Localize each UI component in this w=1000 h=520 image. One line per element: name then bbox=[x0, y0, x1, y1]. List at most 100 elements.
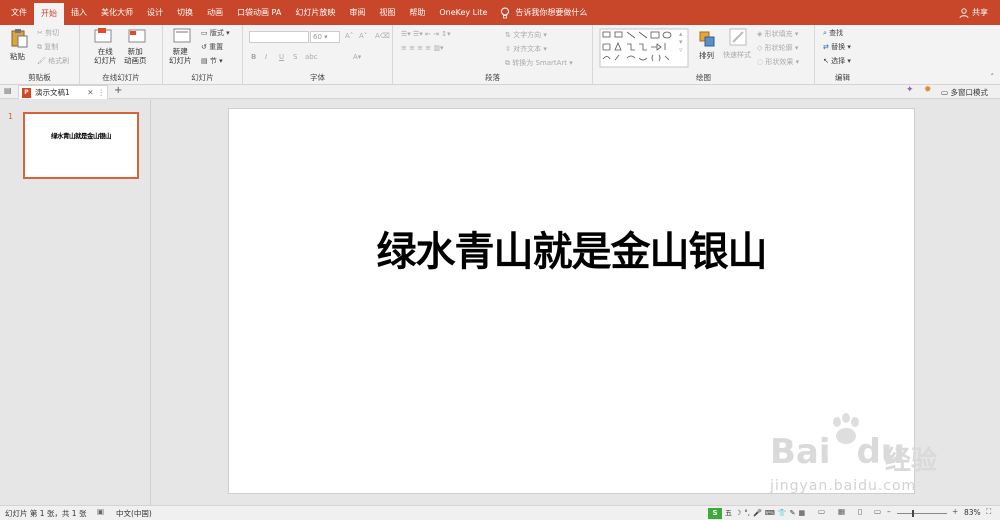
font-color-button[interactable]: A▾ bbox=[353, 53, 361, 61]
format-painter-button[interactable]: 🖌 格式刷 bbox=[37, 56, 69, 66]
share-label: 共享 bbox=[972, 8, 988, 17]
close-tab-icon[interactable]: ✕ bbox=[87, 88, 93, 97]
reset-button[interactable]: ↺ 重置 bbox=[201, 42, 223, 52]
slideshow-view-icon[interactable]: ▭ bbox=[874, 507, 881, 516]
zoom-slider-thumb[interactable] bbox=[912, 510, 914, 517]
quick-styles-icon[interactable] bbox=[729, 28, 747, 46]
grow-font-button[interactable]: A˄ bbox=[345, 32, 353, 40]
watermark-bai: Bai bbox=[770, 432, 831, 472]
ime-toolbar[interactable]: S 五 ☽ °, 🎤 ⌨ 👕 ✎ ▦ bbox=[708, 507, 805, 519]
cut-button[interactable]: ✂ 剪切 bbox=[37, 28, 59, 38]
language-indicator[interactable]: 中文(中国) bbox=[116, 508, 152, 519]
smartart-button[interactable]: ⧉ 转换为 SmartArt ▾ bbox=[505, 58, 573, 68]
tab-beautify[interactable]: 美化大师 bbox=[94, 0, 140, 25]
file-icon[interactable]: ▤ bbox=[4, 86, 12, 95]
shrink-font-button[interactable]: A˅ bbox=[359, 32, 367, 40]
quick-styles-label[interactable]: 快速样式 bbox=[723, 50, 751, 60]
select-button[interactable]: ↖ 选择 ▾ bbox=[823, 56, 851, 66]
zoom-in-button[interactable]: + bbox=[952, 507, 958, 516]
font-size-dropdown[interactable]: 60 ▾ bbox=[310, 31, 340, 43]
slide-title[interactable]: 绿水青山就是金山银山 bbox=[229, 219, 914, 277]
tab-transitions[interactable]: 切换 bbox=[170, 0, 200, 25]
mic-icon: 🎤 bbox=[753, 509, 762, 517]
zoom-slider[interactable] bbox=[897, 510, 947, 517]
layout-label: 版式 bbox=[209, 29, 224, 37]
new-slide-label[interactable]: 新建 幻灯片 bbox=[169, 47, 192, 65]
cut-label: 剪切 bbox=[45, 29, 60, 37]
online-label[interactable]: 在线 幻灯片 bbox=[94, 47, 117, 65]
layout-button[interactable]: ▭ 版式 ▾ bbox=[201, 28, 230, 38]
text-direction-label: 文字方向 bbox=[513, 31, 542, 39]
tell-me-box[interactable]: 告诉我你想要做什么 bbox=[500, 7, 587, 19]
new-slide-icon[interactable] bbox=[173, 28, 191, 44]
addin-icon[interactable]: ✦ bbox=[906, 85, 914, 95]
tab-onekey[interactable]: OneKey Lite bbox=[432, 0, 494, 25]
paste-label[interactable]: 粘贴 bbox=[10, 51, 25, 62]
font-name-dropdown[interactable] bbox=[249, 31, 309, 43]
lightbulb-icon bbox=[501, 7, 510, 18]
italic-button[interactable]: I bbox=[265, 53, 267, 61]
collapse-ribbon-icon[interactable]: ˄ bbox=[991, 73, 995, 81]
new-slide-label-1: 新建 bbox=[172, 47, 188, 56]
editing-group-label: 编辑 bbox=[835, 73, 850, 82]
punctuation-icon: °, bbox=[744, 509, 751, 517]
shadow-button[interactable]: abc bbox=[305, 53, 318, 61]
new-animation-label[interactable]: 新加 动画页 bbox=[124, 47, 147, 65]
shape-outline-button[interactable]: ◇ 形状轮廓 ▾ bbox=[757, 43, 798, 53]
online-slides-icon[interactable] bbox=[94, 28, 112, 44]
fit-slide-icon[interactable]: ⛶ bbox=[986, 507, 991, 517]
normal-view-icon[interactable]: ▭ bbox=[818, 507, 825, 516]
tab-animations[interactable]: 动画 bbox=[200, 0, 230, 25]
underline-button[interactable]: U bbox=[279, 53, 284, 61]
tab-file[interactable]: 文件 bbox=[4, 0, 34, 25]
replace-button[interactable]: ⇄ 替换 ▾ bbox=[823, 42, 851, 52]
sorter-view-icon[interactable]: ▦ bbox=[838, 507, 845, 516]
paste-icon[interactable] bbox=[10, 28, 28, 48]
shapes-gallery[interactable] bbox=[599, 28, 689, 68]
tab-review[interactable]: 审阅 bbox=[342, 0, 372, 25]
new-tab-icon[interactable]: + bbox=[114, 85, 122, 96]
tab-insert[interactable]: 插入 bbox=[64, 0, 94, 25]
slide-thumbnail[interactable]: 绿水青山就是金山银山 bbox=[23, 112, 139, 179]
bold-button[interactable]: B bbox=[251, 53, 256, 61]
arrange-label[interactable]: 排列 bbox=[699, 50, 714, 61]
text-direction-button[interactable]: ⇅ 文字方向 ▾ bbox=[505, 30, 547, 40]
reading-view-icon[interactable]: ▯ bbox=[858, 507, 862, 516]
copy-button[interactable]: ⧉ 复制 bbox=[37, 42, 58, 52]
multi-window-button[interactable]: ▭ 多窗口模式 bbox=[941, 87, 988, 98]
share-button[interactable]: 共享 bbox=[959, 0, 988, 25]
shape-fill-button[interactable]: ◈ 形状填充 ▾ bbox=[757, 29, 798, 39]
tab-view[interactable]: 视图 bbox=[372, 0, 402, 25]
arrange-icon[interactable] bbox=[699, 31, 715, 47]
align-text-button[interactable]: ⇳ 对齐文本 ▾ bbox=[505, 44, 547, 54]
multi-window-label: 多窗口模式 bbox=[950, 88, 988, 97]
new-animation-page-icon[interactable] bbox=[128, 28, 146, 44]
grid-icon: ▦ bbox=[798, 509, 806, 517]
settings-icon[interactable]: ✹ bbox=[924, 85, 932, 95]
strikethrough-button[interactable]: S bbox=[293, 53, 297, 61]
clear-format-button[interactable]: A⌫ bbox=[375, 32, 390, 40]
tab-design[interactable]: 设计 bbox=[140, 0, 170, 25]
section-button[interactable]: ▤ 节 ▾ bbox=[201, 56, 223, 66]
smartart-label: 转换为 SmartArt bbox=[512, 59, 568, 67]
zoom-level[interactable]: 83% bbox=[964, 508, 981, 517]
tab-slideshow[interactable]: 幻灯片放映 bbox=[288, 0, 342, 25]
font-group-label: 字体 bbox=[310, 73, 325, 82]
tab-menu-icon[interactable]: ⋮ bbox=[98, 88, 106, 97]
tab-help[interactable]: 帮助 bbox=[402, 0, 432, 25]
shapes-scroll[interactable]: ▴ ▾ ▿ bbox=[679, 30, 683, 54]
document-tab[interactable]: P 演示文稿1 ✕ ⋮ bbox=[18, 85, 108, 99]
section-label: 节 bbox=[209, 57, 217, 65]
find-icon: ⌕ bbox=[823, 29, 827, 37]
bullets-button[interactable]: ☰▾ ☰▾ ⇤ ⇥ ↕▾ bbox=[401, 30, 451, 38]
find-button[interactable]: ⌕ 查找 bbox=[823, 28, 843, 38]
select-icon: ↖ bbox=[823, 57, 829, 65]
slide-info: 幻灯片 第 1 张，共 1 张 bbox=[5, 509, 87, 518]
notes-icon[interactable]: ▣ bbox=[97, 507, 104, 516]
zoom-out-button[interactable]: – bbox=[887, 507, 891, 516]
shape-effects-button[interactable]: ◌ 形状效果 ▾ bbox=[757, 57, 799, 67]
thumbnail-pane: 1 绿水青山就是金山银山 bbox=[0, 100, 151, 505]
align-buttons[interactable]: ≡ ≡ ≡ ≡ ▥▾ bbox=[401, 44, 444, 52]
tab-home[interactable]: 开始 bbox=[34, 3, 64, 25]
tab-pocket-animation[interactable]: 口袋动画 PA bbox=[230, 0, 288, 25]
